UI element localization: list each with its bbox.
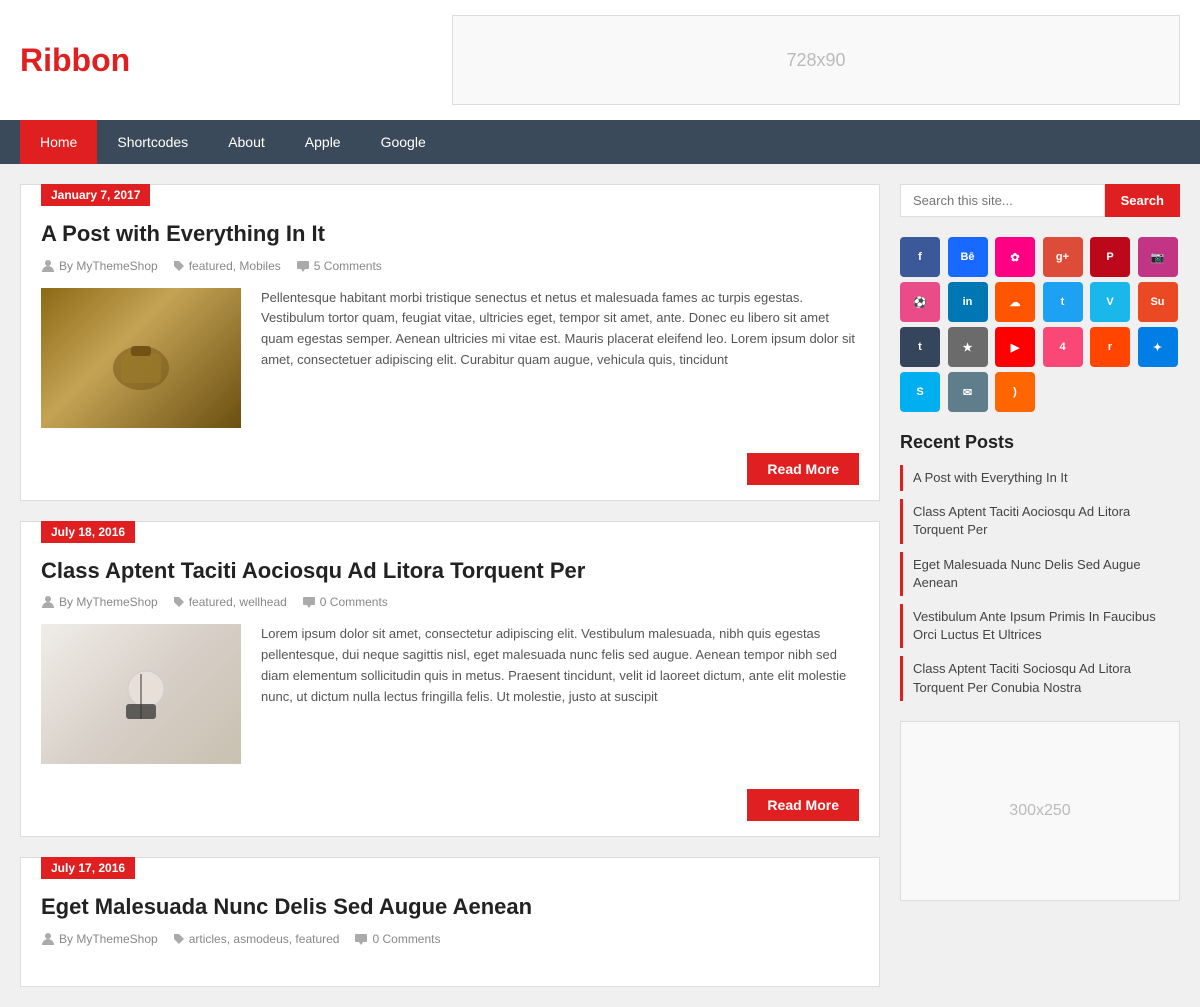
youtube-icon[interactable]: ▶ [995,327,1035,367]
github-icon[interactable]: ★ [948,327,988,367]
sidebar-ad-banner: 300x250 [900,721,1180,901]
post-author-2: By MyThemeShop [41,595,158,609]
main-nav: Home Shortcodes About Apple Google [0,120,1200,164]
post-image-1 [41,288,241,428]
gplus-icon[interactable]: g+ [1043,237,1083,277]
post-excerpt-2: Lorem ipsum dolor sit amet, consectetur … [261,624,859,764]
recent-posts-section: Recent Posts A Post with Everything In I… [900,432,1180,701]
logo-text: Ribbon [20,42,130,78]
nav-item-google[interactable]: Google [361,120,446,164]
post-read-more-2: Read More [21,779,879,826]
vimeo-icon[interactable]: V [1090,282,1130,322]
post-comments-3: 0 Comments [354,932,440,946]
facebook-icon[interactable]: f [900,237,940,277]
post-author-3: By MyThemeShop [41,932,158,946]
main-content: January 7, 2017 A Post with Everything I… [20,184,880,987]
post-date-2: July 18, 2016 [41,521,135,543]
tumblr-icon[interactable]: t [900,327,940,367]
sidebar-search-form: Search [900,184,1180,217]
post-card-2: July 18, 2016 Class Aptent Taciti Aocios… [20,521,880,838]
read-more-button-1[interactable]: Read More [747,453,859,485]
header: Ribbon 728x90 [0,0,1200,120]
recent-post-item[interactable]: Vestibulum Ante Ipsum Primis In Faucibus… [900,604,1180,648]
post-tags-1: featured, Mobiles [173,259,281,273]
post-meta-1: By MyThemeShop featured, Mobiles 5 Comme… [41,259,859,273]
post-card-3: July 17, 2016 Eget Malesuada Nunc Delis … [20,857,880,987]
search-button[interactable]: Search [1105,184,1180,217]
pinterest-icon[interactable]: P [1090,237,1130,277]
post-meta-3: By MyThemeShop articles, asmodeus, featu… [41,932,859,946]
recent-post-item[interactable]: Class Aptent Taciti Sociosqu Ad Litora T… [900,656,1180,700]
post-read-more-1: Read More [21,443,879,490]
post-tags-3: articles, asmodeus, featured [173,932,340,946]
foursquare-icon[interactable]: 4 [1043,327,1083,367]
recent-post-item[interactable]: Eget Malesuada Nunc Delis Sed Augue Aene… [900,552,1180,596]
nav-item-apple[interactable]: Apple [285,120,361,164]
post-date-1: January 7, 2017 [41,184,150,206]
site-logo[interactable]: Ribbon [20,42,130,79]
recent-posts-title: Recent Posts [900,432,1180,453]
post-body-1: Pellentesque habitant morbi tristique se… [41,288,859,428]
recent-post-item[interactable]: A Post with Everything In It [900,465,1180,491]
behance-icon[interactable]: Bē [948,237,988,277]
flickr-icon[interactable]: ✿ [995,237,1035,277]
email-icon[interactable]: ✉ [948,372,988,412]
skype-icon[interactable]: S [900,372,940,412]
post-comments-2: 0 Comments [302,595,388,609]
read-more-button-2[interactable]: Read More [747,789,859,821]
recent-post-item[interactable]: Class Aptent Taciti Aociosqu Ad Litora T… [900,499,1180,543]
search-input[interactable] [900,184,1105,217]
nav-item-about[interactable]: About [208,120,285,164]
reddit-icon[interactable]: r [1090,327,1130,367]
dribbble-icon[interactable]: ⚽ [900,282,940,322]
soundcloud-icon[interactable]: ☁ [995,282,1035,322]
post-title-2[interactable]: Class Aptent Taciti Aociosqu Ad Litora T… [41,557,859,586]
post-title-1[interactable]: A Post with Everything In It [41,220,859,249]
post-date-3: July 17, 2016 [41,857,135,879]
post-title-3[interactable]: Eget Malesuada Nunc Delis Sed Augue Aene… [41,893,859,922]
post-image-2 [41,624,241,764]
stumble-icon[interactable]: Su [1138,282,1178,322]
post-meta-2: By MyThemeShop featured, wellhead 0 Comm… [41,595,859,609]
header-ad-banner: 728x90 [452,15,1180,105]
post-body-2: Lorem ipsum dolor sit amet, consectetur … [41,624,859,764]
instagram-icon[interactable]: 📷 [1138,237,1178,277]
nav-item-shortcodes[interactable]: Shortcodes [97,120,208,164]
post-author-1: By MyThemeShop [41,259,158,273]
post-comments-1: 5 Comments [296,259,382,273]
sidebar: Search fBē✿g+P📷⚽in☁tVSut★▶4r✦S✉) Recent … [900,184,1180,987]
linkedin-icon[interactable]: in [948,282,988,322]
social-icons-grid: fBē✿g+P📷⚽in☁tVSut★▶4r✦S✉) [900,237,1180,412]
recent-posts-list: A Post with Everything In It Class Aptent… [900,465,1180,701]
post-tags-2: featured, wellhead [173,595,287,609]
twitter-icon[interactable]: t [1043,282,1083,322]
post-excerpt-1: Pellentesque habitant morbi tristique se… [261,288,859,428]
nav-item-home[interactable]: Home [20,120,97,164]
rss-icon[interactable]: ) [995,372,1035,412]
post-card-1: January 7, 2017 A Post with Everything I… [20,184,880,501]
dropbox-icon[interactable]: ✦ [1138,327,1178,367]
